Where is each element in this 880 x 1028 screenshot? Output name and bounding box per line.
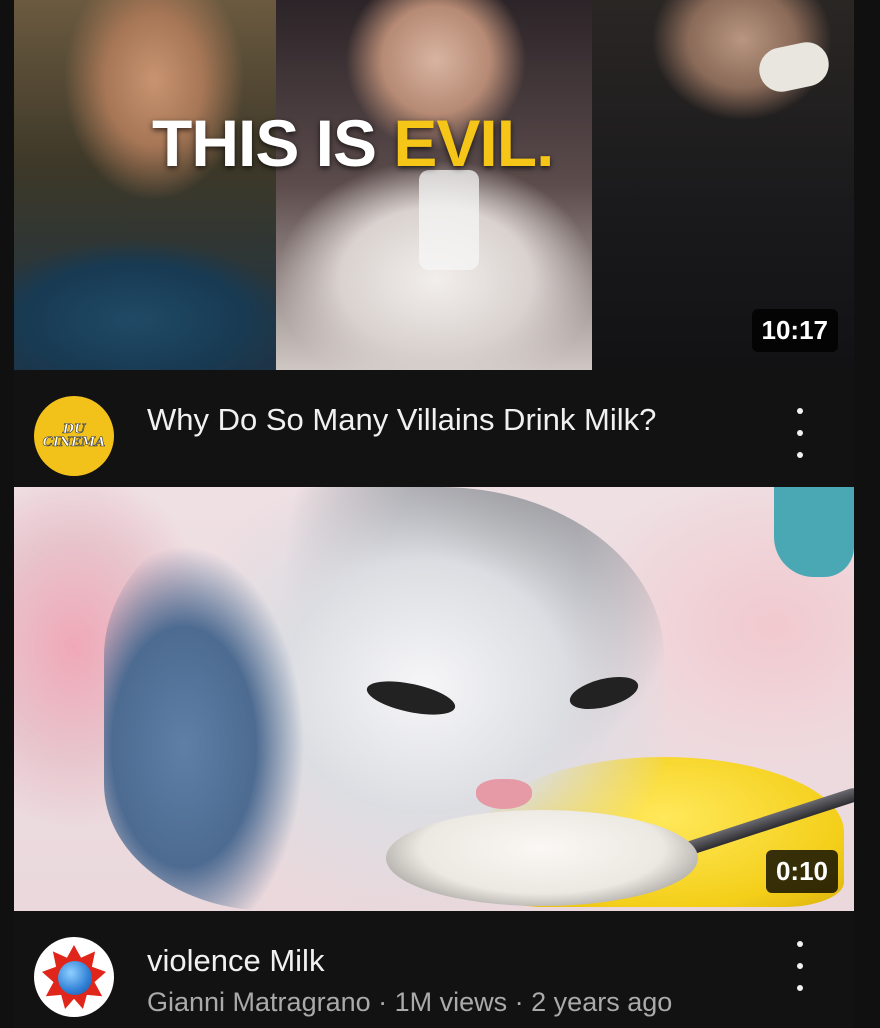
video-thumbnail-villains-milk[interactable]: THIS IS EVIL. 10:17 [14,0,854,370]
dot [797,408,803,414]
channel-avatar-du-cinema[interactable]: DU CINEMA [34,396,114,476]
toy-image [774,487,854,577]
thumbnail-panel-left [14,0,276,370]
video-feed: THIS IS EVIL. 10:17 DU CINEMA Why Do So … [14,0,854,1028]
vertical-ellipsis-icon[interactable] [790,941,810,991]
dot [797,963,803,969]
duration-badge: 0:10 [765,850,838,893]
dot [797,941,803,947]
upload-age: 2 years ago [531,987,673,1017]
channel-avatar-gianni[interactable] [34,937,114,1017]
headline-white: THIS IS [152,106,394,180]
dot [797,430,803,436]
channel-name[interactable]: Gianni Matragrano [147,987,371,1017]
avatar-text-bottom: CINEMA [42,435,106,450]
bomb-icon [58,961,92,995]
video-meta-row: violence Milk Gianni Matragrano · 1M vie… [14,911,854,1028]
video-title[interactable]: violence Milk [147,941,324,981]
video-title[interactable]: Why Do So Many Villains Drink Milk? [147,400,707,440]
video-meta-row: DU CINEMA Why Do So Many Villains Drink … [14,370,854,487]
milk-glass-image [419,170,479,270]
separator: · [370,987,395,1017]
vertical-ellipsis-icon[interactable] [790,408,810,458]
milk-spoon [386,810,698,906]
kitten-nose [476,779,532,809]
view-count: 1M views [394,987,508,1017]
video-thumbnail-violence-milk[interactable]: 0:10 [14,487,854,911]
headline-yellow: EVIL. [393,106,554,180]
thumbnail-headline: THIS IS EVIL. [152,105,554,181]
separator: · [507,987,532,1017]
dot [797,985,803,991]
duration-badge: 10:17 [751,309,838,352]
video-subline: Gianni Matragrano · 1M views · 2 years a… [147,987,672,1018]
dot [797,452,803,458]
